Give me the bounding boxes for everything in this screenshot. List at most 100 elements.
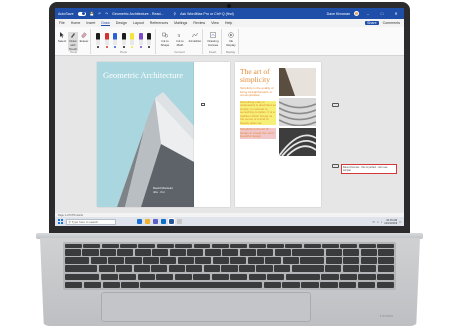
paragraph-1: Simplicity is the quality of being strai…: [240, 86, 274, 97]
pen-thickness-dot: [139, 46, 142, 48]
notification-icon[interactable]: □: [399, 220, 401, 224]
ribbon-group-tools: Select Draw with Touch Eraser Tools: [57, 29, 91, 54]
volume-icon[interactable]: ♪: [381, 220, 383, 224]
ink-editor-button[interactable]: Ink Editor: [188, 32, 202, 43]
replay-icon: [228, 32, 234, 38]
tab-draw[interactable]: Draw: [101, 21, 110, 26]
clock-date: 12/13/2019: [384, 221, 398, 225]
page-heading: The art of simplicity: [240, 67, 270, 84]
tab-file[interactable]: File: [59, 21, 65, 25]
pen-thickness-dot: [105, 46, 108, 48]
eraser-icon: [81, 32, 87, 38]
tab-review[interactable]: Review: [193, 21, 205, 25]
pen-5[interactable]: [130, 33, 134, 45]
file-explorer-icon[interactable]: [145, 219, 150, 224]
group-label-tools: Tools: [69, 50, 77, 54]
teams-icon[interactable]: [153, 219, 158, 224]
cover-title: Geometric Architecture: [103, 70, 184, 80]
tab-help[interactable]: Help: [225, 21, 232, 25]
close-icon[interactable]: ✕: [391, 11, 401, 16]
avatar[interactable]: [354, 11, 359, 16]
touch-draw-icon: [70, 32, 76, 38]
word-icon[interactable]: [168, 218, 175, 225]
ink-editor-label: Ink Editor: [188, 39, 202, 43]
pen-thickness-dot: [97, 46, 99, 48]
pen-4[interactable]: [121, 33, 126, 45]
tab-home[interactable]: Home: [71, 21, 81, 25]
paragraph-2-highlighted: Something easy to understand is describe…: [240, 99, 276, 125]
settings-icon[interactable]: [177, 219, 182, 224]
cover-author-sub: nbs · fmi: [153, 190, 165, 194]
tab-design[interactable]: Design: [116, 21, 127, 25]
maximize-icon[interactable]: □: [377, 11, 387, 16]
tab-references[interactable]: References: [150, 21, 168, 25]
wifi-icon[interactable]: ≈: [377, 220, 379, 224]
taskbar-clock[interactable]: 10:15 AM 12/13/2019: [384, 219, 397, 225]
ink-to-math-label: Ink to Math: [176, 39, 184, 47]
content-page[interactable]: The art of simplicity Simplicity is the …: [235, 62, 321, 207]
search-icon[interactable]: ⚲: [173, 12, 176, 16]
pen-3[interactable]: [113, 33, 117, 45]
shape-icon: [162, 32, 168, 38]
ink-to-shape-button[interactable]: Ink to Shape: [158, 32, 172, 47]
ribbon-group-replay: Ink Replay Replay: [223, 29, 239, 54]
tell-me-search[interactable]: Ask WordMax Pro or Ctrl+Q (find): [180, 12, 234, 16]
windows-taskbar: ⚲ Type here to search ▭ ≈ ♪ 10:15 AM 12/…: [55, 217, 404, 226]
save-icon[interactable]: 💾: [90, 12, 94, 16]
drawing-canvas-button[interactable]: Drawing Canvas: [206, 32, 220, 47]
taskbar-search[interactable]: ⚲ Type here to search: [66, 218, 116, 225]
comment-bubble[interactable]: Dave Kinsman · this is perfect - let's u…: [341, 164, 397, 174]
photo-building-1: [279, 68, 316, 96]
minimize-icon[interactable]: –: [363, 11, 373, 16]
math-icon: π: [177, 32, 183, 39]
undo-icon[interactable]: ↶: [98, 12, 101, 16]
ink-to-shape-label: Ink to Shape: [160, 39, 170, 47]
select-tool-label: Select: [57, 39, 67, 43]
tab-mailings[interactable]: Mailings: [174, 21, 187, 25]
tab-view[interactable]: View: [211, 21, 219, 25]
comments-button[interactable]: Comments: [383, 21, 400, 25]
pen-2[interactable]: [104, 33, 109, 45]
group-label-insert: Insert: [208, 50, 217, 54]
laptop-screen: AutoSave 💾 ↶ ↷ Geometric Architecture - …: [55, 8, 404, 226]
edge-icon[interactable]: [137, 219, 142, 224]
user-name[interactable]: Dave Kinsman: [327, 12, 350, 16]
ink-editor-icon: [192, 32, 198, 38]
select-icon: [59, 32, 65, 38]
ink-replay-button[interactable]: Ink Replay: [225, 32, 237, 47]
document-area[interactable]: Geometric Architecture David Monteiro nb…: [55, 56, 404, 213]
select-tool[interactable]: Select: [57, 32, 67, 43]
pen-thickness-dot: [114, 46, 116, 48]
comment-icon[interactable]: [201, 103, 205, 106]
canvas-icon: [210, 32, 216, 38]
comment-marker[interactable]: [332, 103, 339, 107]
ribbon-group-convert: Ink to Shape π Ink to Math Ink Editor Co…: [157, 29, 203, 54]
ink-to-math-button[interactable]: π Ink to Math: [173, 32, 187, 47]
touchpad[interactable]: [101, 292, 311, 322]
pen-7[interactable]: [147, 33, 151, 45]
redo-icon[interactable]: ↷: [105, 12, 108, 16]
keyboard[interactable]: [63, 242, 396, 290]
windows-start-icon[interactable]: [58, 219, 63, 224]
eraser-tool[interactable]: Eraser: [79, 32, 89, 43]
tab-layout[interactable]: Layout: [133, 21, 144, 25]
photo-building-2: [279, 98, 316, 126]
blank-page[interactable]: [194, 62, 230, 207]
document-title: Geometric Architecture - Read...: [112, 11, 164, 16]
battery-icon[interactable]: ▭: [372, 220, 375, 224]
cover-author: David Monteiro nbs · fmi: [153, 186, 187, 194]
pen-1[interactable]: [96, 33, 100, 45]
pen-thickness-dot: [122, 46, 125, 48]
ribbon-toolbar: Select Draw with Touch Eraser Tools Pens: [55, 27, 404, 56]
paragraph-3-highlighted: Simplicity is the art of design to creat…: [240, 127, 276, 139]
outlook-icon[interactable]: [161, 219, 166, 224]
comment-marker[interactable]: [332, 164, 339, 168]
share-button[interactable]: Share: [365, 21, 379, 25]
autosave-label: AutoSave: [58, 11, 74, 16]
photo-building-3: [279, 128, 316, 156]
tab-insert[interactable]: Insert: [86, 21, 95, 25]
cover-page[interactable]: Geometric Architecture David Monteiro nb…: [97, 62, 194, 207]
draw-with-touch-button[interactable]: Draw with Touch: [68, 32, 78, 51]
autosave-toggle[interactable]: [77, 11, 86, 16]
pen-6[interactable]: [138, 33, 143, 45]
